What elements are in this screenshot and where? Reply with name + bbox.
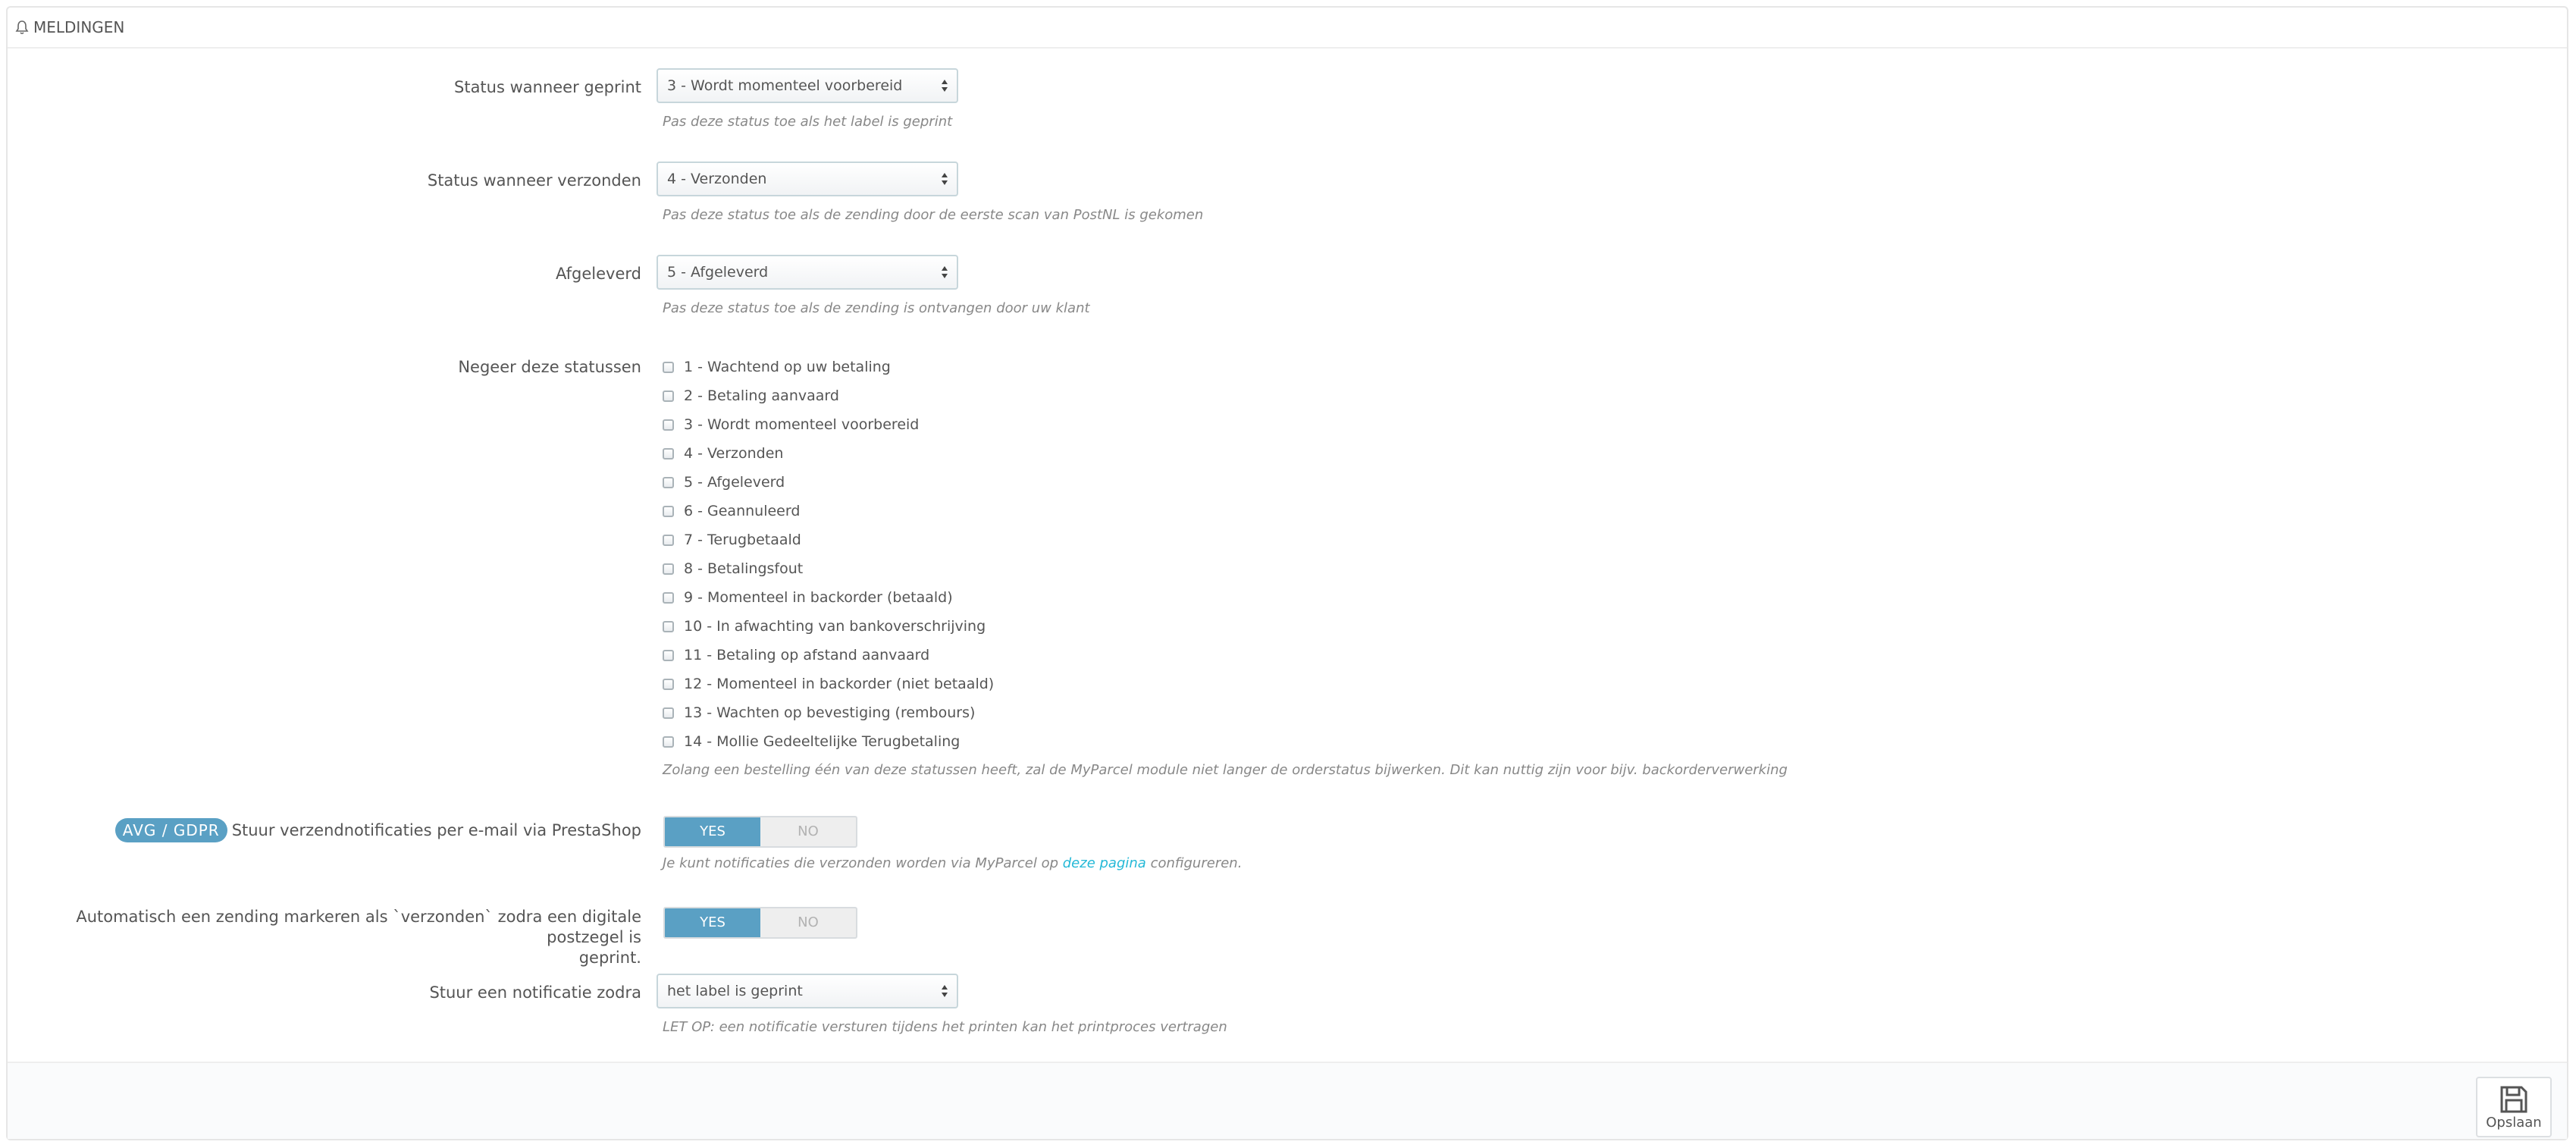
status-checkbox-item[interactable]: 14 - Mollie Gedeeltelijke Terugbetaling [663,730,960,753]
switch-yes-option[interactable]: YES [665,908,760,937]
select-caret-icon [942,80,948,92]
checkbox-label: 7 - Terugbetaald [684,532,801,548]
status-delivered-select[interactable]: 5 - Afgeleverd [657,255,958,290]
checkbox-label: 10 - In afwachting van bankoverschrijvin… [684,618,986,635]
status-checkbox-item[interactable]: 5 - Afgeleverd [663,471,785,494]
status-checkbox-item[interactable]: 11 - Betaling op afstand aanvaard [663,644,929,667]
status-checkbox-item[interactable]: 7 - Terugbetaald [663,529,801,551]
checkbox-label: 12 - Momenteel in backorder (niet betaal… [684,676,995,692]
status-shipped-label: Status wanneer verzonden [427,171,641,190]
help-text: Je kunt notificaties die verzonden worde… [663,855,1059,871]
checkbox-label: 13 - Wachten op bevestiging (rembours) [684,704,976,721]
checkbox-label: 8 - Betalingsfout [684,560,804,577]
switch-no-option[interactable]: NO [760,908,856,937]
status-checkbox-item[interactable]: 9 - Momenteel in backorder (betaald) [663,586,953,609]
notify-when-help: LET OP: een notificatie versturen tijden… [663,1019,1227,1035]
email-notifications-label: AVG / GDPR Stuur verzendnotificaties per … [114,817,641,843]
auto-mark-switch[interactable]: YES NO [663,907,857,939]
checkbox[interactable] [663,390,674,402]
notify-when-label: Stuur een notificatie zodra [429,983,641,1002]
status-checkbox-item[interactable]: 2 - Betaling aanvaard [663,384,839,407]
status-shipped-select[interactable]: 4 - Verzonden [657,162,958,196]
status-checkbox-item[interactable]: 3 - Wordt momenteel voorbereid [663,413,919,436]
status-shipped-value: 4 - Verzonden [667,171,767,187]
status-shipped-help: Pas deze status toe als de zending door … [663,207,1204,223]
notify-when-select[interactable]: het label is geprint [657,974,958,1008]
checkbox[interactable] [663,620,674,632]
panel-footer: Opslaan [8,1062,2567,1139]
checkbox[interactable] [663,707,674,719]
checkbox[interactable] [663,563,674,575]
save-icon [2500,1086,2527,1112]
checkbox-label: 2 - Betaling aanvaard [684,387,839,404]
panel-title: MELDINGEN [33,18,125,36]
auto-mark-label-line: Automatisch een zending markeren als `ve… [76,908,641,946]
select-caret-icon [942,266,948,278]
status-printed-select[interactable]: 3 - Wordt momenteel voorbereid [657,68,958,103]
status-delivered-help: Pas deze status toe als de zending is on… [663,300,1090,316]
help-text: configureren. [1150,855,1243,871]
status-checkbox-item[interactable]: 12 - Momenteel in backorder (niet betaal… [663,673,994,695]
configure-page-link[interactable]: deze pagina [1063,855,1146,871]
status-checkbox-item[interactable]: 4 - Verzonden [663,442,783,465]
bell-icon [15,20,29,35]
checkbox[interactable] [663,419,674,431]
status-checkbox-item[interactable]: 13 - Wachten op bevestiging (rembours) [663,701,975,724]
panel-heading: MELDINGEN [8,8,2567,49]
status-checkbox-item[interactable]: 10 - In afwachting van bankoverschrijvin… [663,615,986,638]
auto-mark-label-line: geprint. [578,949,641,967]
switch-no-option[interactable]: NO [760,817,856,846]
checkbox-label: 6 - Geannuleerd [684,503,801,519]
checkbox-label: 4 - Verzonden [684,445,784,462]
save-button-label: Opslaan [2486,1114,2542,1131]
checkbox-label: 9 - Momenteel in backorder (betaald) [684,589,953,606]
ignore-statuses-help: Zolang een bestelling één van deze statu… [663,762,1788,778]
switch-yes-option[interactable]: YES [665,817,760,846]
status-checkbox-item[interactable]: 6 - Geannuleerd [663,500,800,522]
checkbox-label: 1 - Wachtend op uw betaling [684,359,891,375]
select-caret-icon [942,173,948,185]
email-notifications-text: Stuur verzendnotificaties per e-mail via… [231,821,641,839]
checkbox[interactable] [663,476,674,488]
checkbox[interactable] [663,361,674,373]
ignore-statuses-label: Negeer deze statussen [458,358,641,376]
status-delivered-label: Afgeleverd [556,265,641,283]
checkbox[interactable] [663,447,674,460]
checkbox[interactable] [663,534,674,546]
status-printed-value: 3 - Wordt momenteel voorbereid [667,77,903,94]
checkbox[interactable] [663,736,674,748]
checkbox[interactable] [663,678,674,690]
email-notifications-help: Je kunt notificaties die verzonden worde… [663,855,1242,871]
checkbox[interactable] [663,649,674,661]
status-printed-help: Pas deze status toe als het label is gep… [663,114,953,130]
checkbox-label: 14 - Mollie Gedeeltelijke Terugbetaling [684,733,961,750]
checkbox-label: 3 - Wordt momenteel voorbereid [684,416,920,433]
checkbox[interactable] [663,591,674,604]
status-checkbox-item[interactable]: 8 - Betalingsfout [663,557,803,580]
checkbox[interactable] [663,505,674,517]
notify-when-value: het label is geprint [667,983,803,999]
status-delivered-value: 5 - Afgeleverd [667,264,769,281]
status-printed-label: Status wanneer geprint [454,78,641,96]
email-notifications-switch[interactable]: YES NO [663,816,857,848]
auto-mark-label: Automatisch een zending markeren als `ve… [8,907,641,968]
checkbox-label: 11 - Betaling op afstand aanvaard [684,647,930,663]
save-button[interactable]: Opslaan [2476,1077,2552,1137]
select-caret-icon [942,985,948,997]
checkbox-label: 5 - Afgeleverd [684,474,785,491]
status-checkbox-item[interactable]: 1 - Wachtend op uw betaling [663,356,891,378]
gdpr-badge: AVG / GDPR [114,818,227,842]
notifications-panel: MELDINGEN Status wanneer geprint 3 - Wor… [6,6,2568,1140]
